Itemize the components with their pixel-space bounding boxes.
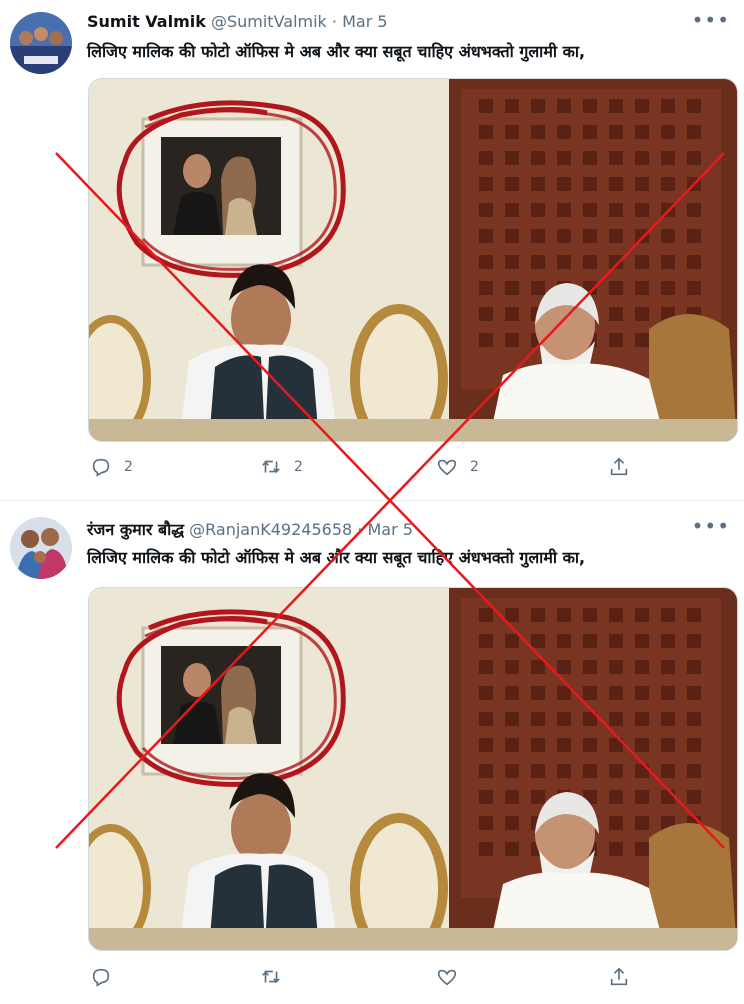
share-button[interactable]: [608, 966, 630, 988]
tweet[interactable]: रंजन कुमार बौद्ध @RanjanK49245658 · Mar …: [0, 502, 744, 1004]
reply-icon: [92, 458, 110, 477]
tweet-image[interactable]: [88, 587, 738, 951]
separator: ·: [357, 520, 363, 539]
tweet-text: लिजिए मालिक की फोटो ऑफिस मे अब और क्या स…: [87, 42, 586, 61]
more-icon[interactable]: •••: [692, 8, 730, 32]
action-bar: 2 2 2: [88, 456, 648, 482]
tweet-image[interactable]: [88, 78, 738, 442]
share-icon: [610, 457, 628, 476]
heart-icon: [437, 969, 457, 986]
display-name[interactable]: रंजन कुमार बौद्ध: [87, 520, 184, 539]
share-icon: [610, 967, 628, 986]
timestamp[interactable]: Mar 5: [367, 520, 412, 539]
action-bar: [88, 966, 648, 992]
reply-button[interactable]: [90, 966, 124, 988]
reply-count: 2: [124, 459, 133, 475]
like-button[interactable]: 2: [436, 456, 479, 478]
avatar[interactable]: [10, 12, 72, 74]
like-count: 2: [470, 459, 479, 475]
tweet-divider: [0, 500, 744, 501]
heart-icon: [437, 459, 457, 476]
like-button[interactable]: [436, 966, 470, 988]
retweet-icon: [262, 460, 280, 474]
tweet-text: लिजिए मालिक की फोटो ऑफिस मे अब और क्या स…: [87, 548, 586, 567]
reply-button[interactable]: 2: [90, 456, 133, 478]
retweet-count: 2: [294, 459, 303, 475]
user-handle[interactable]: @SumitValmik: [211, 12, 327, 31]
retweet-button[interactable]: 2: [260, 456, 303, 478]
tweet[interactable]: Sumit Valmik @SumitValmik · Mar 5 ••• लि…: [0, 0, 744, 500]
reply-icon: [92, 968, 110, 987]
avatar[interactable]: [10, 517, 72, 579]
retweet-button[interactable]: [260, 966, 294, 988]
share-button[interactable]: [608, 456, 630, 478]
tweet-header: Sumit Valmik @SumitValmik · Mar 5: [87, 12, 388, 31]
more-icon[interactable]: •••: [692, 514, 730, 538]
separator: ·: [331, 12, 338, 31]
tweet-header: रंजन कुमार बौद्ध @RanjanK49245658 · Mar …: [87, 518, 413, 540]
timestamp[interactable]: Mar 5: [342, 12, 387, 31]
user-handle[interactable]: @RanjanK49245658: [189, 520, 352, 539]
retweet-icon: [262, 970, 280, 984]
display-name[interactable]: Sumit Valmik: [87, 12, 206, 31]
